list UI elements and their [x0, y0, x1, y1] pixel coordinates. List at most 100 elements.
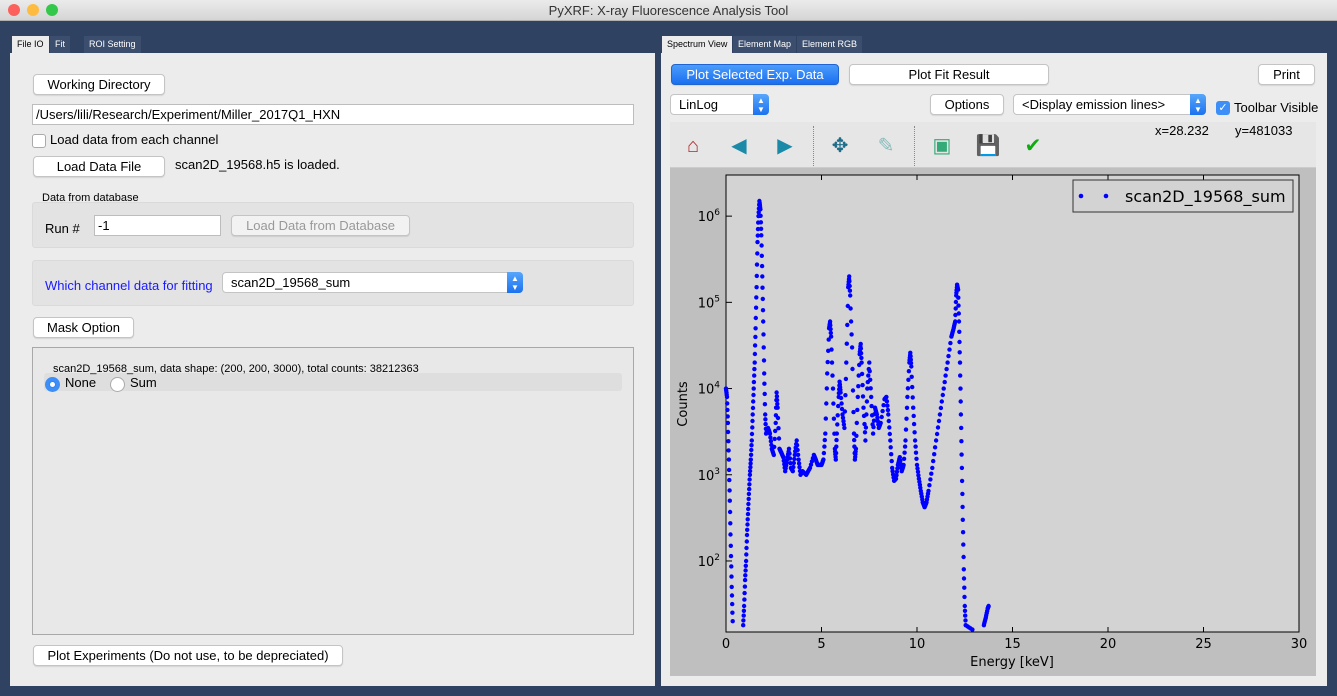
scale-select[interactable]: LinLog ▲ ▼ — [670, 94, 769, 115]
data-point — [759, 243, 764, 248]
run-number-field[interactable]: -1 — [94, 215, 221, 236]
legend-marker — [1078, 193, 1084, 199]
data-point — [743, 573, 748, 578]
spectrum-plot[interactable]: 0 5 10 15 20 25 30102103104105106 Energy [keV]… — [670, 168, 1316, 676]
mask-option-button[interactable]: Mask Option — [33, 317, 134, 338]
data-point — [751, 392, 756, 398]
minimize-window-button[interactable] — [27, 4, 39, 16]
radio-sum[interactable] — [110, 377, 125, 392]
data-point — [935, 425, 941, 430]
data-point — [866, 373, 871, 378]
working-directory-button[interactable]: Working Directory — [33, 74, 165, 95]
pan-icon[interactable]: ✥ — [827, 133, 853, 159]
data-point — [959, 425, 964, 431]
data-point — [829, 347, 834, 352]
data-point — [728, 521, 733, 526]
data-point — [960, 504, 965, 510]
toolbar-separator — [813, 126, 814, 166]
data-point — [749, 443, 754, 448]
working-directory-field[interactable]: /Users/lili/Research/Experiment/Miller_2… — [32, 104, 634, 125]
data-point — [855, 407, 860, 413]
window-titlebar: PyXRF: X-ray Fluorescence Analysis Tool — [0, 0, 1337, 21]
data-point — [854, 433, 859, 438]
toolbar-visible-checkbox[interactable]: ✓ — [1216, 101, 1230, 115]
data-point — [762, 381, 767, 386]
data-point — [762, 402, 768, 407]
data-point — [871, 424, 876, 430]
options-button[interactable]: Options — [930, 94, 1004, 115]
data-point — [910, 384, 915, 390]
data-point — [906, 377, 911, 382]
data-point — [885, 403, 890, 408]
data-point — [843, 393, 848, 398]
subplots-icon[interactable]: ▣ — [929, 133, 955, 159]
data-point — [932, 445, 938, 450]
tab-spectrum-view[interactable]: Spectrum View — [662, 36, 733, 53]
plot-fit-result-button[interactable]: Plot Fit Result — [849, 64, 1049, 85]
print-button[interactable]: Print — [1258, 64, 1315, 85]
back-icon[interactable]: ◀ — [726, 133, 752, 159]
data-point — [761, 358, 767, 363]
data-point — [986, 603, 991, 609]
zoom-icon[interactable]: ✎ — [873, 133, 899, 159]
data-point — [727, 498, 732, 503]
tab-roi-setting[interactable]: ROI Setting — [84, 36, 141, 53]
data-point — [758, 220, 764, 225]
data-point — [960, 517, 965, 522]
channel-select[interactable]: scan2D_19568_sum ▲ ▼ — [222, 272, 523, 293]
data-point — [902, 450, 907, 455]
data-point — [888, 445, 893, 450]
forward-icon[interactable]: ▶ — [772, 133, 798, 159]
close-window-button[interactable] — [8, 4, 20, 16]
data-point — [905, 386, 911, 391]
scale-select-value: LinLog — [679, 97, 719, 112]
plot-experiments-button[interactable]: Plot Experiments (Do not use, to be depr… — [33, 645, 343, 666]
data-point — [761, 319, 766, 324]
radio-none-label: None — [65, 375, 97, 390]
tab-element-rgb[interactable]: Element RGB — [797, 36, 863, 53]
data-point — [729, 564, 734, 569]
data-point — [743, 568, 748, 573]
data-point — [913, 444, 918, 449]
window-title: PyXRF: X-ray Fluorescence Analysis Tool — [548, 3, 789, 18]
data-point — [863, 425, 869, 430]
load-each-channel-checkbox[interactable] — [32, 134, 46, 148]
data-point — [741, 623, 746, 628]
data-point — [730, 601, 735, 607]
data-point — [823, 431, 828, 436]
data-point — [926, 488, 931, 494]
x-tick-label: 5 — [817, 637, 825, 652]
data-point — [957, 339, 962, 345]
data-point — [725, 401, 730, 406]
load-data-file-button[interactable]: Load Data File — [33, 156, 165, 177]
tab-fit[interactable]: Fit — [50, 36, 70, 53]
maximize-window-button[interactable] — [46, 4, 58, 16]
data-point — [855, 394, 860, 400]
chevron-updown-icon: ▲ ▼ — [507, 272, 523, 293]
data-point — [844, 360, 849, 365]
data-point — [847, 283, 852, 289]
load-from-database-button[interactable]: Load Data from Database — [231, 215, 410, 236]
data-point — [911, 405, 916, 410]
data-point — [794, 443, 800, 448]
data-point — [742, 597, 747, 602]
tab-element-map[interactable]: Element Map — [733, 36, 797, 53]
x-tick-label: 20 — [1100, 637, 1117, 652]
chevron-updown-icon: ▲ ▼ — [1190, 94, 1206, 115]
data-point — [850, 388, 856, 393]
edit-icon[interactable]: ✔ — [1020, 133, 1046, 159]
data-point — [741, 613, 746, 618]
tab-file-io[interactable]: File IO — [12, 36, 49, 53]
save-icon[interactable]: 💾 — [975, 133, 1001, 159]
radio-none[interactable] — [45, 377, 60, 392]
data-point — [932, 452, 937, 457]
plot-selected-exp-data-button[interactable]: Plot Selected Exp. Data — [671, 64, 839, 85]
data-point — [758, 226, 764, 231]
home-icon[interactable]: ⌂ — [680, 133, 706, 159]
data-point — [960, 530, 966, 535]
data-point — [959, 465, 965, 471]
emission-lines-select[interactable]: <Display emission lines> ▲ ▼ — [1013, 94, 1206, 115]
data-point — [905, 394, 910, 400]
data-point — [755, 239, 760, 245]
data-point — [930, 465, 935, 471]
